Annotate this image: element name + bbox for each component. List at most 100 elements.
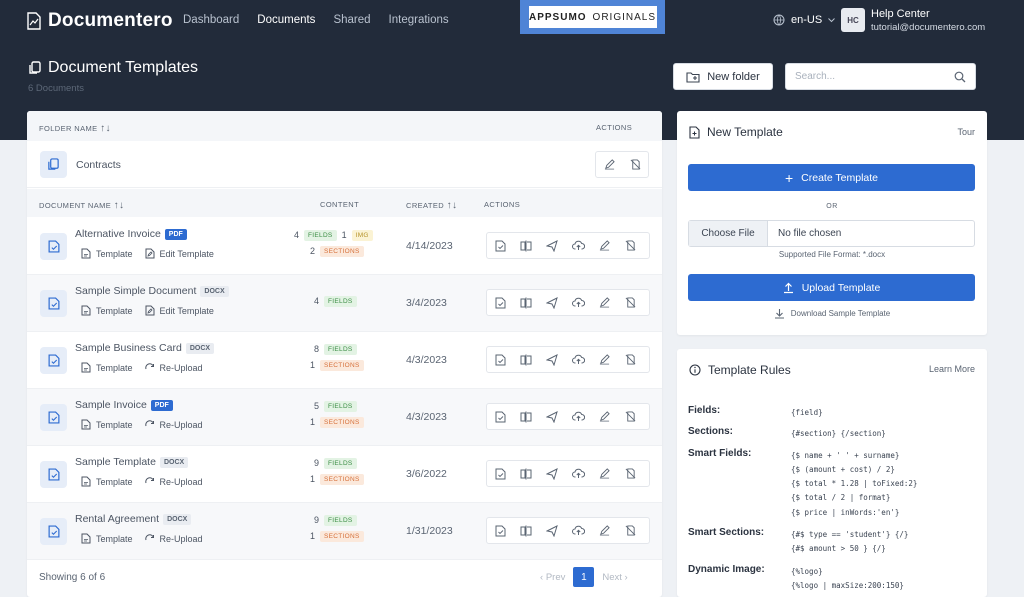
language-selector[interactable]: en-US: [773, 14, 836, 26]
table-row[interactable]: Alternative Invoice PDF Template Edit Tem…: [27, 218, 662, 275]
document-name[interactable]: Sample Simple Document DOCX: [75, 285, 229, 297]
delete-icon[interactable]: [617, 404, 643, 429]
delete-icon[interactable]: [617, 347, 643, 372]
current-page-button[interactable]: 1: [573, 567, 595, 587]
file-input[interactable]: Choose File No file chosen: [688, 220, 975, 247]
compare-icon[interactable]: [513, 233, 539, 258]
send-icon[interactable]: [539, 347, 565, 372]
table-row[interactable]: Sample Simple Document DOCX Template Edit…: [27, 275, 662, 332]
re-upload-link[interactable]: Re-Upload: [144, 476, 203, 487]
fields-tag: FIELDS: [324, 295, 357, 307]
content-line: 1 SECTIONS: [294, 414, 364, 430]
prev-page-button[interactable]: ‹ Prev: [540, 572, 565, 583]
delete-icon[interactable]: [617, 233, 643, 258]
template-link[interactable]: Template: [81, 476, 133, 487]
image-tag: IMG: [351, 229, 373, 241]
preview-icon[interactable]: [487, 290, 513, 315]
document-name[interactable]: Sample Invoice PDF: [75, 399, 173, 411]
re-upload-link[interactable]: Re-Upload: [144, 419, 203, 430]
or-divider: OR: [826, 203, 838, 210]
compare-icon[interactable]: [513, 518, 539, 543]
delete-icon[interactable]: [617, 518, 643, 543]
send-icon[interactable]: [539, 233, 565, 258]
nav-documents[interactable]: Documents: [257, 14, 315, 26]
folder-actions: [595, 151, 649, 178]
search-icon[interactable]: [954, 71, 966, 83]
new-folder-button[interactable]: New folder: [673, 63, 773, 90]
edit-icon[interactable]: [591, 404, 617, 429]
document-name[interactable]: Rental Agreement DOCX: [75, 513, 192, 525]
send-icon[interactable]: [539, 290, 565, 315]
help-center[interactable]: Help Center tutorial@documentero.com: [871, 8, 985, 34]
cloud-upload-icon[interactable]: [565, 518, 591, 543]
upload-template-button[interactable]: Upload Template: [688, 274, 975, 301]
preview-icon[interactable]: [487, 404, 513, 429]
cloud-upload-icon[interactable]: [565, 347, 591, 372]
brand-logo[interactable]: Documentero: [26, 10, 173, 32]
compare-icon[interactable]: [513, 290, 539, 315]
cloud-upload-icon[interactable]: [565, 461, 591, 486]
edit-icon[interactable]: [591, 461, 617, 486]
cloud-upload-icon[interactable]: [565, 290, 591, 315]
avatar[interactable]: HC: [841, 8, 865, 32]
document-name[interactable]: Sample Business Card DOCX: [75, 342, 215, 354]
re-upload-link[interactable]: Re-Upload: [144, 362, 203, 373]
document-links: Template Edit Template: [81, 305, 214, 316]
nav-shared[interactable]: Shared: [333, 14, 370, 26]
preview-icon[interactable]: [487, 461, 513, 486]
created-header[interactable]: CREATED ↑↓: [406, 200, 457, 211]
preview-icon[interactable]: [487, 347, 513, 372]
edit-template-link[interactable]: Edit Template: [145, 305, 214, 316]
send-icon[interactable]: [539, 404, 565, 429]
delete-icon[interactable]: [622, 152, 648, 177]
template-link[interactable]: Template: [81, 305, 133, 316]
compare-icon[interactable]: [513, 461, 539, 486]
table-row[interactable]: Sample Invoice PDF Template Re-Upload 5 FI…: [27, 389, 662, 446]
edit-icon[interactable]: [591, 290, 617, 315]
folder-name[interactable]: Contracts: [76, 159, 121, 171]
learn-more-link[interactable]: Learn More: [929, 364, 975, 374]
search-box[interactable]: [785, 63, 976, 90]
download-sample-link[interactable]: Download Sample Template: [677, 308, 987, 319]
delete-icon[interactable]: [617, 461, 643, 486]
rule-code-line: {#$ type == 'student'} {/}: [791, 530, 909, 540]
edit-icon[interactable]: [591, 233, 617, 258]
tour-link[interactable]: Tour: [957, 127, 975, 137]
edit-icon[interactable]: [591, 518, 617, 543]
cloud-upload-icon[interactable]: [565, 404, 591, 429]
edit-icon[interactable]: [596, 152, 622, 177]
search-input[interactable]: [795, 71, 945, 82]
preview-icon[interactable]: [487, 518, 513, 543]
folder-name-header[interactable]: FOLDER NAME ↑↓: [39, 123, 111, 134]
file-icon: [81, 533, 91, 544]
choose-file-button[interactable]: Choose File: [689, 221, 768, 246]
template-link[interactable]: Template: [81, 248, 133, 259]
send-icon[interactable]: [539, 461, 565, 486]
compare-icon[interactable]: [513, 347, 539, 372]
template-link[interactable]: Template: [81, 419, 133, 430]
table-row[interactable]: Sample Template DOCX Template Re-Upload 9…: [27, 446, 662, 503]
rules-title-text: Template Rules: [708, 363, 791, 377]
next-page-button[interactable]: Next ›: [602, 572, 627, 583]
preview-icon[interactable]: [487, 233, 513, 258]
send-icon[interactable]: [539, 518, 565, 543]
template-link[interactable]: Template: [81, 362, 133, 373]
document-name[interactable]: Alternative Invoice PDF: [75, 228, 187, 240]
cloud-upload-icon[interactable]: [565, 233, 591, 258]
nav-dashboard[interactable]: Dashboard: [183, 14, 239, 26]
compare-icon[interactable]: [513, 404, 539, 429]
template-link[interactable]: Template: [81, 533, 133, 544]
nav-integrations[interactable]: Integrations: [389, 14, 449, 26]
table-row[interactable]: Sample Business Card DOCX Template Re-Upl…: [27, 332, 662, 389]
document-name[interactable]: Sample Template DOCX: [75, 456, 189, 468]
edit-template-link[interactable]: Edit Template: [145, 248, 214, 259]
delete-icon[interactable]: [617, 290, 643, 315]
edit-icon[interactable]: [591, 347, 617, 372]
create-template-button[interactable]: + Create Template: [688, 164, 975, 191]
table-row[interactable]: Rental Agreement DOCX Template Re-Upload …: [27, 503, 662, 560]
appsumo-banner[interactable]: APPSUMO ORIGINALS: [520, 0, 665, 34]
document-actions: [486, 346, 650, 373]
re-upload-link[interactable]: Re-Upload: [144, 533, 203, 544]
document-name-header[interactable]: DOCUMENT NAME ↑↓: [39, 200, 124, 211]
folder-row[interactable]: Contracts: [27, 141, 662, 188]
